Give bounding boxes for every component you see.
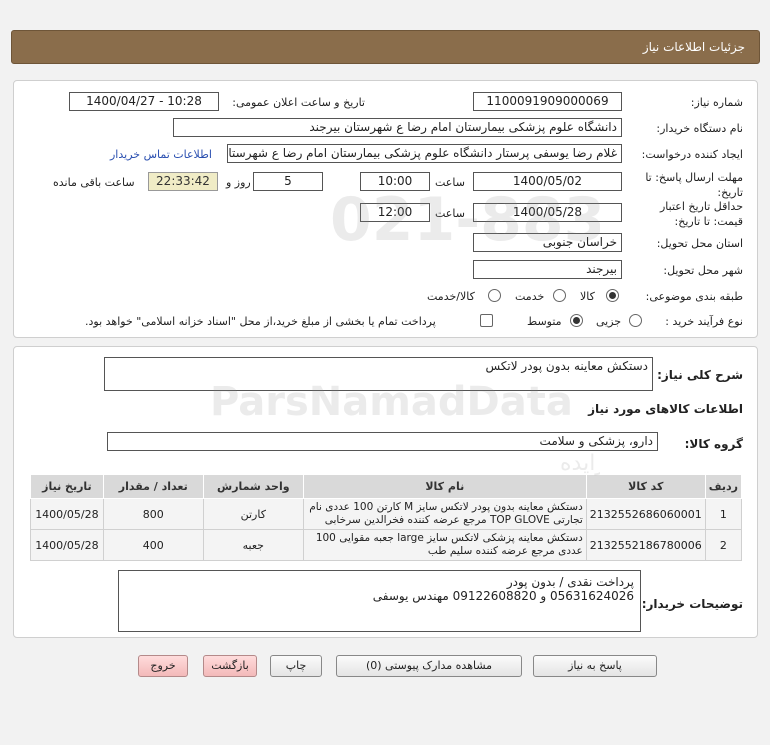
process-option-minor: جزیی bbox=[596, 315, 622, 328]
province-field[interactable]: خراسان جنوبی bbox=[473, 233, 622, 252]
table-header-row: ردیف کد کالا نام کالا واحد شمارش تعداد /… bbox=[30, 474, 743, 499]
col-date: تاریخ نیاز bbox=[30, 474, 104, 499]
category-label: طبقه بندی موضوعی: bbox=[645, 290, 743, 303]
reply-deadline-label: مهلت ارسال پاسخ: تا تاریخ: bbox=[645, 171, 743, 199]
buyer-org-label: نام دستگاه خریدار: bbox=[656, 122, 743, 135]
row-date: 1400/05/28 bbox=[30, 529, 104, 561]
announce-label: تاریخ و ساعت اعلان عمومی: bbox=[232, 96, 365, 109]
validity-time-field[interactable]: 12:00 bbox=[360, 203, 430, 222]
category-radio-service[interactable] bbox=[553, 289, 566, 302]
buyer-org-field[interactable]: دانشگاه علوم پزشکی بیمارستان امام رضا ع … bbox=[173, 118, 622, 137]
goods-info-title: اطلاعات کالاهای مورد نیاز bbox=[588, 402, 743, 416]
summary-field: دستکش معاینه بدون پودر لاتکس bbox=[104, 357, 653, 391]
row-index: 1 bbox=[704, 498, 743, 530]
table-row: 2 2132552186780006 دستکش معاینه پزشکی لا… bbox=[30, 529, 743, 561]
days-field[interactable]: 5 bbox=[253, 172, 323, 191]
reply-button[interactable]: پاسخ به نیاز bbox=[533, 655, 657, 677]
category-option-service: خدمت bbox=[515, 290, 545, 303]
row-name: دستکش معاینه بدون پودر لاتکس سایز M کارت… bbox=[302, 498, 587, 530]
treasury-payment-note: پرداخت تمام یا بخشی از مبلغ خرید،از محل … bbox=[85, 315, 436, 328]
city-field[interactable]: بیرجند bbox=[473, 260, 622, 279]
goods-table: ردیف کد کالا نام کالا واحد شمارش تعداد /… bbox=[30, 474, 743, 561]
row-qty: 800 bbox=[102, 498, 204, 530]
print-button[interactable]: چاپ bbox=[270, 655, 322, 677]
days-label: روز و bbox=[226, 176, 251, 189]
col-qty: تعداد / مقدار bbox=[102, 474, 204, 499]
row-code: 2132552686060001 bbox=[585, 498, 706, 530]
col-name: نام کالا bbox=[302, 474, 587, 499]
category-option-goods-service: کالا/خدمت bbox=[427, 290, 475, 303]
remaining-timer: 22:33:42 bbox=[148, 172, 218, 191]
buyer-contact-link[interactable]: اطلاعات تماس خریدار bbox=[110, 148, 212, 161]
buyer-notes-box: پرداخت نقدی / بدون پودر 05631624026 و 09… bbox=[118, 570, 641, 632]
validity-label: حداقل تاریخ اعتبار قیمت: تا تاریخ: bbox=[659, 200, 743, 228]
reply-time-label: ساعت bbox=[435, 176, 465, 189]
process-radio-minor[interactable] bbox=[629, 314, 642, 327]
row-date: 1400/05/28 bbox=[30, 498, 104, 530]
category-option-goods: کالا bbox=[580, 290, 595, 303]
province-label: استان محل تحویل: bbox=[656, 237, 743, 250]
announce-field[interactable]: 1400/04/27 - 10:28 bbox=[69, 92, 219, 111]
goods-group-field: دارو، پزشکی و سلامت bbox=[107, 432, 658, 451]
col-unit: واحد شمارش bbox=[202, 474, 304, 499]
process-option-medium: متوسط bbox=[527, 315, 562, 328]
validity-date-field[interactable]: 1400/05/28 bbox=[473, 203, 622, 222]
buyer-notes-line-2: 05631624026 و 09122608820 مهندس یوسفی bbox=[372, 589, 634, 603]
col-code: کد کالا bbox=[585, 474, 706, 499]
back-button[interactable]: بازگشت bbox=[203, 655, 257, 677]
category-radio-goods[interactable] bbox=[606, 289, 619, 302]
need-number-field[interactable]: 1100091909000069 bbox=[473, 92, 622, 111]
reply-time-field[interactable]: 10:00 bbox=[360, 172, 430, 191]
page-header: جزئیات اطلاعات نیاز bbox=[11, 30, 760, 64]
remaining-label: ساعت باقی مانده bbox=[53, 176, 135, 189]
exit-button[interactable]: خروج bbox=[138, 655, 188, 677]
attachments-button[interactable]: مشاهده مدارک پیوستی (0) bbox=[336, 655, 522, 677]
buyer-notes-label: توضیحات خریدار: bbox=[641, 597, 743, 611]
row-name: دستکش معاینه پزشکی لاتکس سایز large جعبه… bbox=[302, 529, 587, 561]
row-unit: جعبه bbox=[202, 529, 304, 561]
requester-label: ایجاد کننده درخواست: bbox=[641, 148, 743, 161]
process-radio-medium[interactable] bbox=[570, 314, 583, 327]
row-qty: 400 bbox=[102, 529, 204, 561]
summary-label: شرح کلی نیاز: bbox=[657, 368, 743, 382]
row-code: 2132552186780006 bbox=[585, 529, 706, 561]
page-title: جزئیات اطلاعات نیاز bbox=[642, 40, 745, 54]
row-unit: کارتن bbox=[202, 498, 304, 530]
row-index: 2 bbox=[704, 529, 743, 561]
requester-field[interactable]: غلام رضا یوسفی پرستار دانشگاه علوم پزشکی… bbox=[227, 144, 622, 163]
validity-time-label: ساعت bbox=[435, 207, 465, 220]
goods-group-label: گروه کالا: bbox=[684, 437, 743, 451]
city-label: شهر محل تحویل: bbox=[663, 264, 743, 277]
category-radio-goods-service[interactable] bbox=[488, 289, 501, 302]
process-label: نوع فرآیند خرید : bbox=[665, 315, 743, 328]
need-number-label: شماره نیاز: bbox=[690, 96, 743, 109]
col-index: ردیف bbox=[704, 474, 743, 499]
reply-date-field[interactable]: 1400/05/02 bbox=[473, 172, 622, 191]
treasury-payment-checkbox[interactable] bbox=[480, 314, 493, 327]
buyer-notes-line-1: پرداخت نقدی / بدون پودر bbox=[506, 575, 634, 589]
table-row: 1 2132552686060001 دستکش معاینه بدون پود… bbox=[30, 498, 743, 530]
